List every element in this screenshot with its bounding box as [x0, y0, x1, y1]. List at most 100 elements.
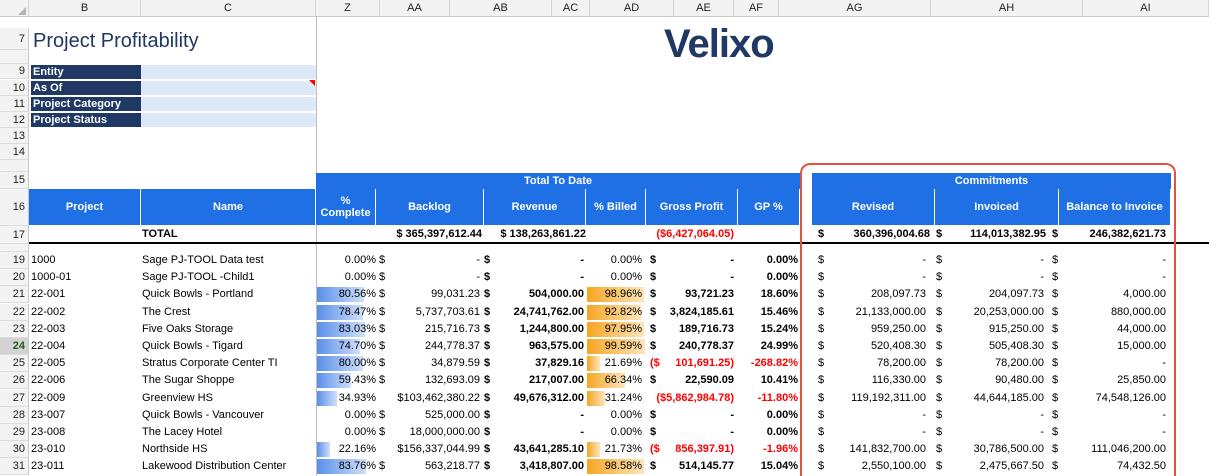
row-header[interactable]: 15 [0, 172, 29, 189]
percent-billed[interactable]: 31.24% [586, 392, 642, 404]
percent-billed[interactable]: 92.82% [586, 306, 642, 318]
revenue[interactable]: - [490, 426, 584, 438]
percent-billed[interactable]: 0.00% [586, 271, 642, 283]
row-header[interactable]: 10 [0, 80, 29, 96]
percent-billed[interactable]: 98.96% [586, 288, 642, 300]
percent-complete[interactable]: 80.00% [316, 357, 376, 369]
backlog[interactable]: 525,000.00 [388, 409, 480, 421]
row-header[interactable]: 9 [0, 64, 29, 79]
column-header[interactable]: AD [590, 0, 674, 17]
row-header[interactable]: 21 [0, 286, 29, 303]
row-header[interactable]: 23 [0, 321, 29, 338]
gp-percent[interactable]: 15.04% [738, 460, 798, 472]
project-name[interactable]: Five Oaks Storage [142, 323, 314, 335]
row-header[interactable]: 25 [0, 355, 29, 372]
column-header[interactable]: AC [552, 0, 590, 17]
column-header[interactable]: C [141, 0, 316, 17]
header-gp[interactable]: GP % [738, 189, 800, 225]
gross-profit[interactable]: 514,145.77 [664, 460, 734, 472]
revenue[interactable]: 43,641,285.10 [490, 443, 584, 455]
row-header[interactable]: 13 [0, 128, 29, 144]
backlog[interactable]: 563,218.77 [388, 460, 480, 472]
gross-profit[interactable]: - [664, 426, 734, 438]
project-name[interactable]: Sage PJ-TOOL Data test [142, 254, 314, 266]
row-header[interactable]: 16 [0, 189, 29, 226]
project-id[interactable]: 22-003 [31, 323, 65, 335]
gross-profit[interactable]: 22,590.09 [664, 374, 734, 386]
row-header[interactable]: 30 [0, 441, 29, 458]
gp-percent[interactable]: 10.41% [738, 374, 798, 386]
select-all-corner[interactable] [0, 0, 29, 17]
percent-complete[interactable]: 0.00% [316, 254, 376, 266]
percent-billed[interactable]: 0.00% [586, 254, 642, 266]
project-name[interactable]: The Sugar Shoppe [142, 374, 314, 386]
percent-billed[interactable]: 21.69% [586, 357, 642, 369]
project-id[interactable]: 22-002 [31, 306, 65, 318]
backlog[interactable]: 132,693.09 [388, 374, 480, 386]
percent-billed[interactable]: 66.34% [586, 374, 642, 386]
row-header[interactable]: 31 [0, 458, 29, 475]
row-header[interactable]: 28 [0, 407, 29, 424]
column-header[interactable]: AG [779, 0, 931, 17]
project-id[interactable]: 23-007 [31, 409, 65, 421]
percent-billed[interactable]: 98.58% [586, 460, 642, 472]
revenue[interactable]: 504,000.00 [490, 288, 584, 300]
gross-profit[interactable]: 3,824,185.61 [664, 306, 734, 318]
project-name[interactable]: Quick Bowls - Tigard [142, 340, 314, 352]
row-header[interactable]: 22 [0, 304, 29, 321]
header-billed[interactable]: % Billed [586, 189, 646, 225]
column-header[interactable]: B [29, 0, 141, 17]
backlog[interactable]: $156,337,044.99 [388, 443, 480, 455]
revenue[interactable]: 217,007.00 [490, 374, 584, 386]
percent-complete[interactable]: 83.03% [316, 323, 376, 335]
project-id[interactable]: 23-008 [31, 426, 65, 438]
revenue[interactable]: 37,829.16 [490, 357, 584, 369]
gp-percent[interactable]: 18.60% [738, 288, 798, 300]
percent-complete[interactable]: 0.00% [316, 271, 376, 283]
row-header[interactable]: 29 [0, 424, 29, 441]
percent-complete[interactable]: 0.00% [316, 426, 376, 438]
header-complete[interactable]: % Complete [316, 189, 376, 225]
column-header[interactable]: AE [674, 0, 734, 17]
gross-profit[interactable]: 93,721.23 [664, 288, 734, 300]
revenue[interactable]: 963,575.00 [490, 340, 584, 352]
percent-billed[interactable]: 0.00% [586, 409, 642, 421]
gross-profit[interactable]: 189,716.73 [664, 323, 734, 335]
percent-complete[interactable]: 34.93% [316, 392, 376, 404]
row-header[interactable] [0, 160, 29, 172]
gp-percent[interactable]: 24.99% [738, 340, 798, 352]
project-id[interactable]: 22-006 [31, 374, 65, 386]
filter-value-input[interactable] [141, 81, 316, 96]
gross-profit[interactable]: ($5,862,984.78) [646, 392, 734, 404]
gp-percent[interactable]: 15.46% [738, 306, 798, 318]
project-name[interactable]: Quick Bowls - Vancouver [142, 409, 314, 421]
spreadsheet[interactable]: B C Z AA AB AC AD AE AF AG AH AI 7 9 10 11 12 13 14 15 16 17 P… [0, 0, 1209, 476]
header-name[interactable]: Name [141, 189, 316, 225]
row-header[interactable]: 11 [0, 96, 29, 112]
project-id[interactable]: 22-009 [31, 392, 65, 404]
filter-value-input[interactable] [141, 97, 316, 112]
row-header[interactable] [0, 244, 29, 252]
column-header[interactable]: AB [450, 0, 552, 17]
gross-profit[interactable]: - [664, 409, 734, 421]
backlog[interactable]: $103,462,380.22 [388, 392, 480, 404]
project-id[interactable]: 1000-01 [31, 271, 71, 283]
column-header[interactable]: AA [380, 0, 450, 17]
header-project[interactable]: Project [29, 189, 141, 225]
gross-profit[interactable]: 856,397.91) [664, 443, 734, 455]
gp-percent[interactable]: 15.24% [738, 323, 798, 335]
project-id[interactable]: 22-004 [31, 340, 65, 352]
row-header[interactable]: 26 [0, 372, 29, 389]
revenue[interactable]: 49,676,312.00 [490, 392, 584, 404]
percent-complete[interactable]: 83.76% [316, 460, 376, 472]
gp-percent[interactable]: -11.80% [738, 392, 798, 404]
percent-billed[interactable]: 21.73% [586, 443, 642, 455]
column-header[interactable]: AI [1083, 0, 1209, 17]
revenue[interactable]: - [490, 409, 584, 421]
revenue[interactable]: 1,244,800.00 [490, 323, 584, 335]
row-header[interactable]: 17 [0, 226, 29, 244]
backlog[interactable]: 34,879.59 [388, 357, 480, 369]
backlog[interactable]: - [388, 271, 480, 283]
backlog[interactable]: 244,778.37 [388, 340, 480, 352]
gross-profit[interactable]: 240,778.37 [664, 340, 734, 352]
